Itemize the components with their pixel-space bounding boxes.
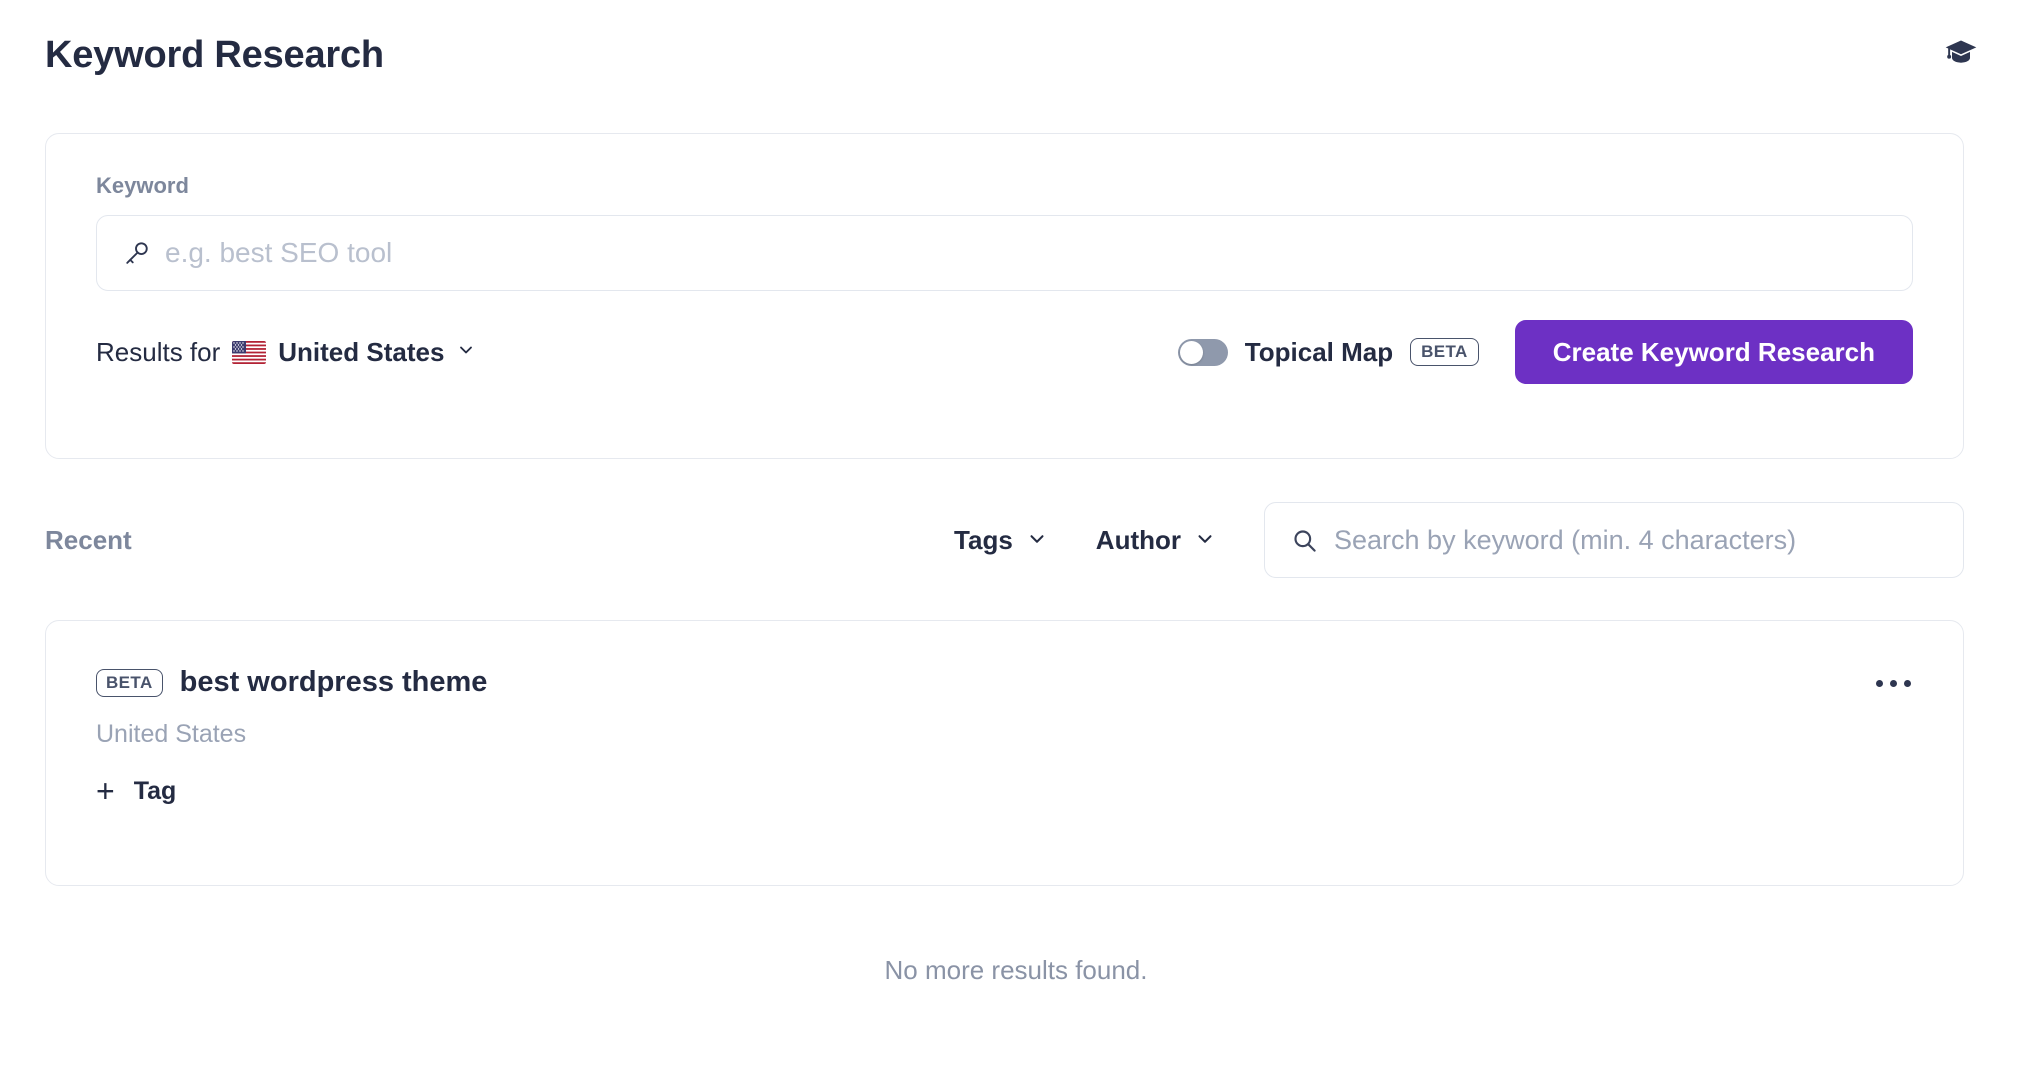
keyword-search-box[interactable] (1264, 502, 1964, 578)
author-filter-label: Author (1095, 524, 1181, 555)
more-horizontal-icon (1903, 679, 1911, 687)
panel-controls-row: Results for United States Topical Map BE… (96, 320, 1913, 384)
result-card[interactable]: BETA best wordpress theme United States … (45, 620, 1964, 886)
topical-map-beta-badge: BETA (1410, 338, 1479, 366)
keyword-field-label: Keyword (96, 173, 189, 198)
result-title[interactable]: best wordpress theme (180, 666, 488, 699)
keyword-search-panel: Keyword Results for (45, 133, 1964, 459)
result-country: United States (96, 720, 247, 748)
topical-map-toggle[interactable] (1177, 338, 1228, 366)
tags-filter-label: Tags (954, 524, 1013, 555)
topical-map-control: Topical Map BETA (1177, 336, 1479, 368)
tags-filter-dropdown[interactable]: Tags (954, 525, 1048, 556)
keyword-input-wrapper[interactable] (96, 215, 1913, 291)
key-icon (121, 237, 153, 269)
topical-map-label: Topical Map (1244, 336, 1394, 367)
us-flag-icon (232, 340, 267, 364)
page-title: Keyword Research (45, 34, 384, 76)
result-beta-badge: BETA (96, 668, 163, 697)
more-horizontal-icon (1889, 679, 1897, 687)
country-selector[interactable]: Results for United States (96, 337, 476, 368)
toggle-knob (1179, 340, 1203, 364)
no-more-results-text: No more results found. (884, 955, 1148, 985)
create-keyword-research-button[interactable]: Create Keyword Research (1514, 320, 1913, 384)
academy-button[interactable] (1935, 29, 1987, 81)
recent-label: Recent (45, 524, 132, 555)
keyword-research-page: Keyword Research Keyword e.g. best SEO t… (0, 0, 2032, 1070)
chevron-down-icon (1194, 528, 1216, 553)
graduation-cap-icon (1943, 36, 1979, 75)
selected-country-label: United States (278, 336, 445, 367)
author-filter-dropdown[interactable]: Author (1096, 525, 1216, 556)
add-tag-label: Tag (133, 776, 177, 805)
chevron-down-icon (1026, 528, 1048, 553)
results-for-label: Results for (96, 336, 221, 367)
result-title-row: BETA best wordpress theme (96, 666, 1913, 699)
recent-toolbar: Recent Tags Author (45, 500, 1964, 580)
add-tag-button[interactable]: + Tag (96, 775, 176, 807)
search-icon (1291, 527, 1318, 554)
chevron-down-icon (456, 340, 476, 365)
result-menu-button[interactable] (1867, 661, 1919, 705)
plus-icon: + (96, 773, 115, 809)
search-input[interactable] (1334, 524, 1937, 556)
more-horizontal-icon (1875, 679, 1883, 687)
keyword-input[interactable] (165, 216, 1888, 290)
page-header: Keyword Research (0, 0, 2032, 110)
